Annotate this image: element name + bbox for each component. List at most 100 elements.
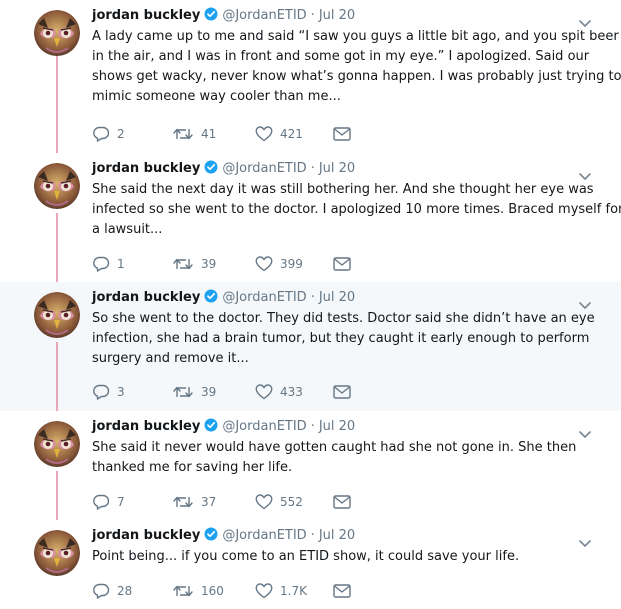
heart-icon [255, 256, 273, 272]
tweet-text-line: mimic someone way cooler than me... [92, 89, 341, 104]
envelope-icon [333, 495, 351, 509]
like-button[interactable]: 1.7K [255, 581, 307, 601]
retweet-count: 39 [201, 257, 217, 271]
tweet[interactable]: jordan buckley @JordanETID · Jul 20 Point be… [0, 520, 621, 609]
tweet-text-line: She said the next day it was still bothe… [92, 182, 594, 197]
envelope-icon [333, 584, 351, 598]
direct-message-button[interactable] [333, 382, 351, 402]
like-count: 433 [280, 385, 303, 399]
like-button[interactable]: 552 [255, 492, 303, 512]
direct-message-button[interactable] [333, 581, 351, 601]
heart-icon [255, 126, 273, 142]
like-button[interactable]: 433 [255, 382, 303, 402]
tweet-text-line: thanked me for saving her life. [92, 460, 293, 475]
like-count: 399 [280, 257, 303, 271]
avatar[interactable] [34, 530, 80, 576]
author-name[interactable]: jordan buckley [92, 290, 200, 305]
retweet-icon [172, 384, 194, 400]
tweet-text-line: So she went to the doctor. They did test… [92, 311, 595, 326]
tweet-header: jordan buckley @JordanETID · Jul 20 [92, 527, 355, 547]
direct-message-button[interactable] [333, 254, 351, 274]
avatar[interactable] [34, 163, 80, 209]
tweet[interactable]: jordan buckley @JordanETID · Jul 20 A lady c… [0, 0, 621, 153]
tweet-date[interactable]: Jul 20 [319, 290, 355, 305]
tweet-actions: 3 39 433 [92, 382, 362, 402]
envelope-icon [333, 385, 351, 399]
retweet-button[interactable]: 160 [172, 581, 224, 601]
author-handle[interactable]: @JordanETID [222, 528, 306, 543]
author-name[interactable]: jordan buckley [92, 528, 200, 543]
like-button[interactable]: 399 [255, 254, 303, 274]
reply-button[interactable]: 7 [92, 492, 125, 512]
tweet[interactable]: jordan buckley @JordanETID · Jul 20 So she w… [0, 282, 621, 411]
separator-dot: · [310, 290, 315, 305]
like-button[interactable]: 421 [255, 124, 303, 144]
chevron-down-icon[interactable] [578, 14, 592, 27]
tweet-date[interactable]: Jul 20 [319, 419, 355, 434]
thread-connector-line [56, 213, 58, 282]
tweet-text-line: shows get wacky, never know what’s gonna… [92, 69, 621, 84]
author-handle[interactable]: @JordanETID [222, 161, 306, 176]
author-handle[interactable]: @JordanETID [222, 8, 306, 23]
tweet-text-line: Point being... if you come to an ETID sh… [92, 549, 520, 564]
retweet-icon [172, 494, 194, 510]
envelope-icon [333, 257, 351, 271]
reply-button[interactable]: 28 [92, 581, 132, 601]
tweet-header: jordan buckley @JordanETID · Jul 20 [92, 7, 355, 27]
reply-button[interactable]: 3 [92, 382, 125, 402]
retweet-button[interactable]: 41 [172, 124, 216, 144]
reply-icon [92, 583, 110, 599]
tweet-text: So she went to the doctor. They did test… [92, 309, 595, 369]
tweet-date[interactable]: Jul 20 [319, 161, 355, 176]
retweet-count: 37 [201, 495, 217, 509]
tweet-actions: 2 41 421 [92, 124, 362, 144]
chevron-down-icon[interactable] [578, 296, 592, 309]
chevron-down-icon[interactable] [578, 425, 592, 438]
like-count: 1.7K [280, 584, 307, 598]
tweet-text: She said the next day it was still bothe… [92, 180, 621, 240]
thread-connector-line [56, 56, 58, 153]
author-name[interactable]: jordan buckley [92, 161, 200, 176]
retweet-button[interactable]: 39 [172, 254, 216, 274]
tweet-text-line: infection, she had a brain tumor, but th… [92, 331, 590, 346]
reply-count: 1 [117, 257, 125, 271]
reply-icon [92, 384, 110, 400]
tweet-text-line: in the air, and I was in front and some … [92, 49, 590, 64]
heart-icon [255, 583, 273, 599]
tweet-date[interactable]: Jul 20 [319, 528, 355, 543]
tweet-text: She said it never would have gotten caug… [92, 438, 576, 478]
avatar[interactable] [34, 421, 80, 467]
author-handle[interactable]: @JordanETID [222, 290, 306, 305]
tweet[interactable]: jordan buckley @JordanETID · Jul 20 She said… [0, 153, 621, 282]
retweet-button[interactable]: 37 [172, 492, 216, 512]
tweet-header: jordan buckley @JordanETID · Jul 20 [92, 418, 355, 438]
direct-message-button[interactable] [333, 492, 351, 512]
avatar[interactable] [34, 292, 80, 338]
tweet-text-line: a lawsuit... [92, 222, 163, 237]
tweet-date[interactable]: Jul 20 [319, 8, 355, 23]
chevron-down-icon[interactable] [578, 167, 592, 180]
verified-badge-icon [204, 289, 218, 309]
separator-dot: · [310, 161, 315, 176]
reply-button[interactable]: 2 [92, 124, 125, 144]
retweet-icon [172, 126, 194, 142]
reply-button[interactable]: 1 [92, 254, 125, 274]
like-count: 421 [280, 127, 303, 141]
tweet-header: jordan buckley @JordanETID · Jul 20 [92, 289, 355, 309]
reply-icon [92, 126, 110, 142]
avatar[interactable] [34, 10, 80, 56]
tweet-actions: 7 37 552 [92, 492, 362, 512]
retweet-button[interactable]: 39 [172, 382, 216, 402]
reply-count: 7 [117, 495, 125, 509]
separator-dot: · [310, 528, 315, 543]
direct-message-button[interactable] [333, 124, 351, 144]
chevron-down-icon[interactable] [578, 534, 592, 547]
author-name[interactable]: jordan buckley [92, 419, 200, 434]
author-handle[interactable]: @JordanETID [222, 419, 306, 434]
retweet-count: 41 [201, 127, 217, 141]
tweet-text-line: A lady came up to me and said “I saw you… [92, 29, 619, 44]
tweet[interactable]: jordan buckley @JordanETID · Jul 20 She said… [0, 411, 621, 520]
thread-connector-line [56, 342, 58, 411]
like-count: 552 [280, 495, 303, 509]
author-name[interactable]: jordan buckley [92, 8, 200, 23]
